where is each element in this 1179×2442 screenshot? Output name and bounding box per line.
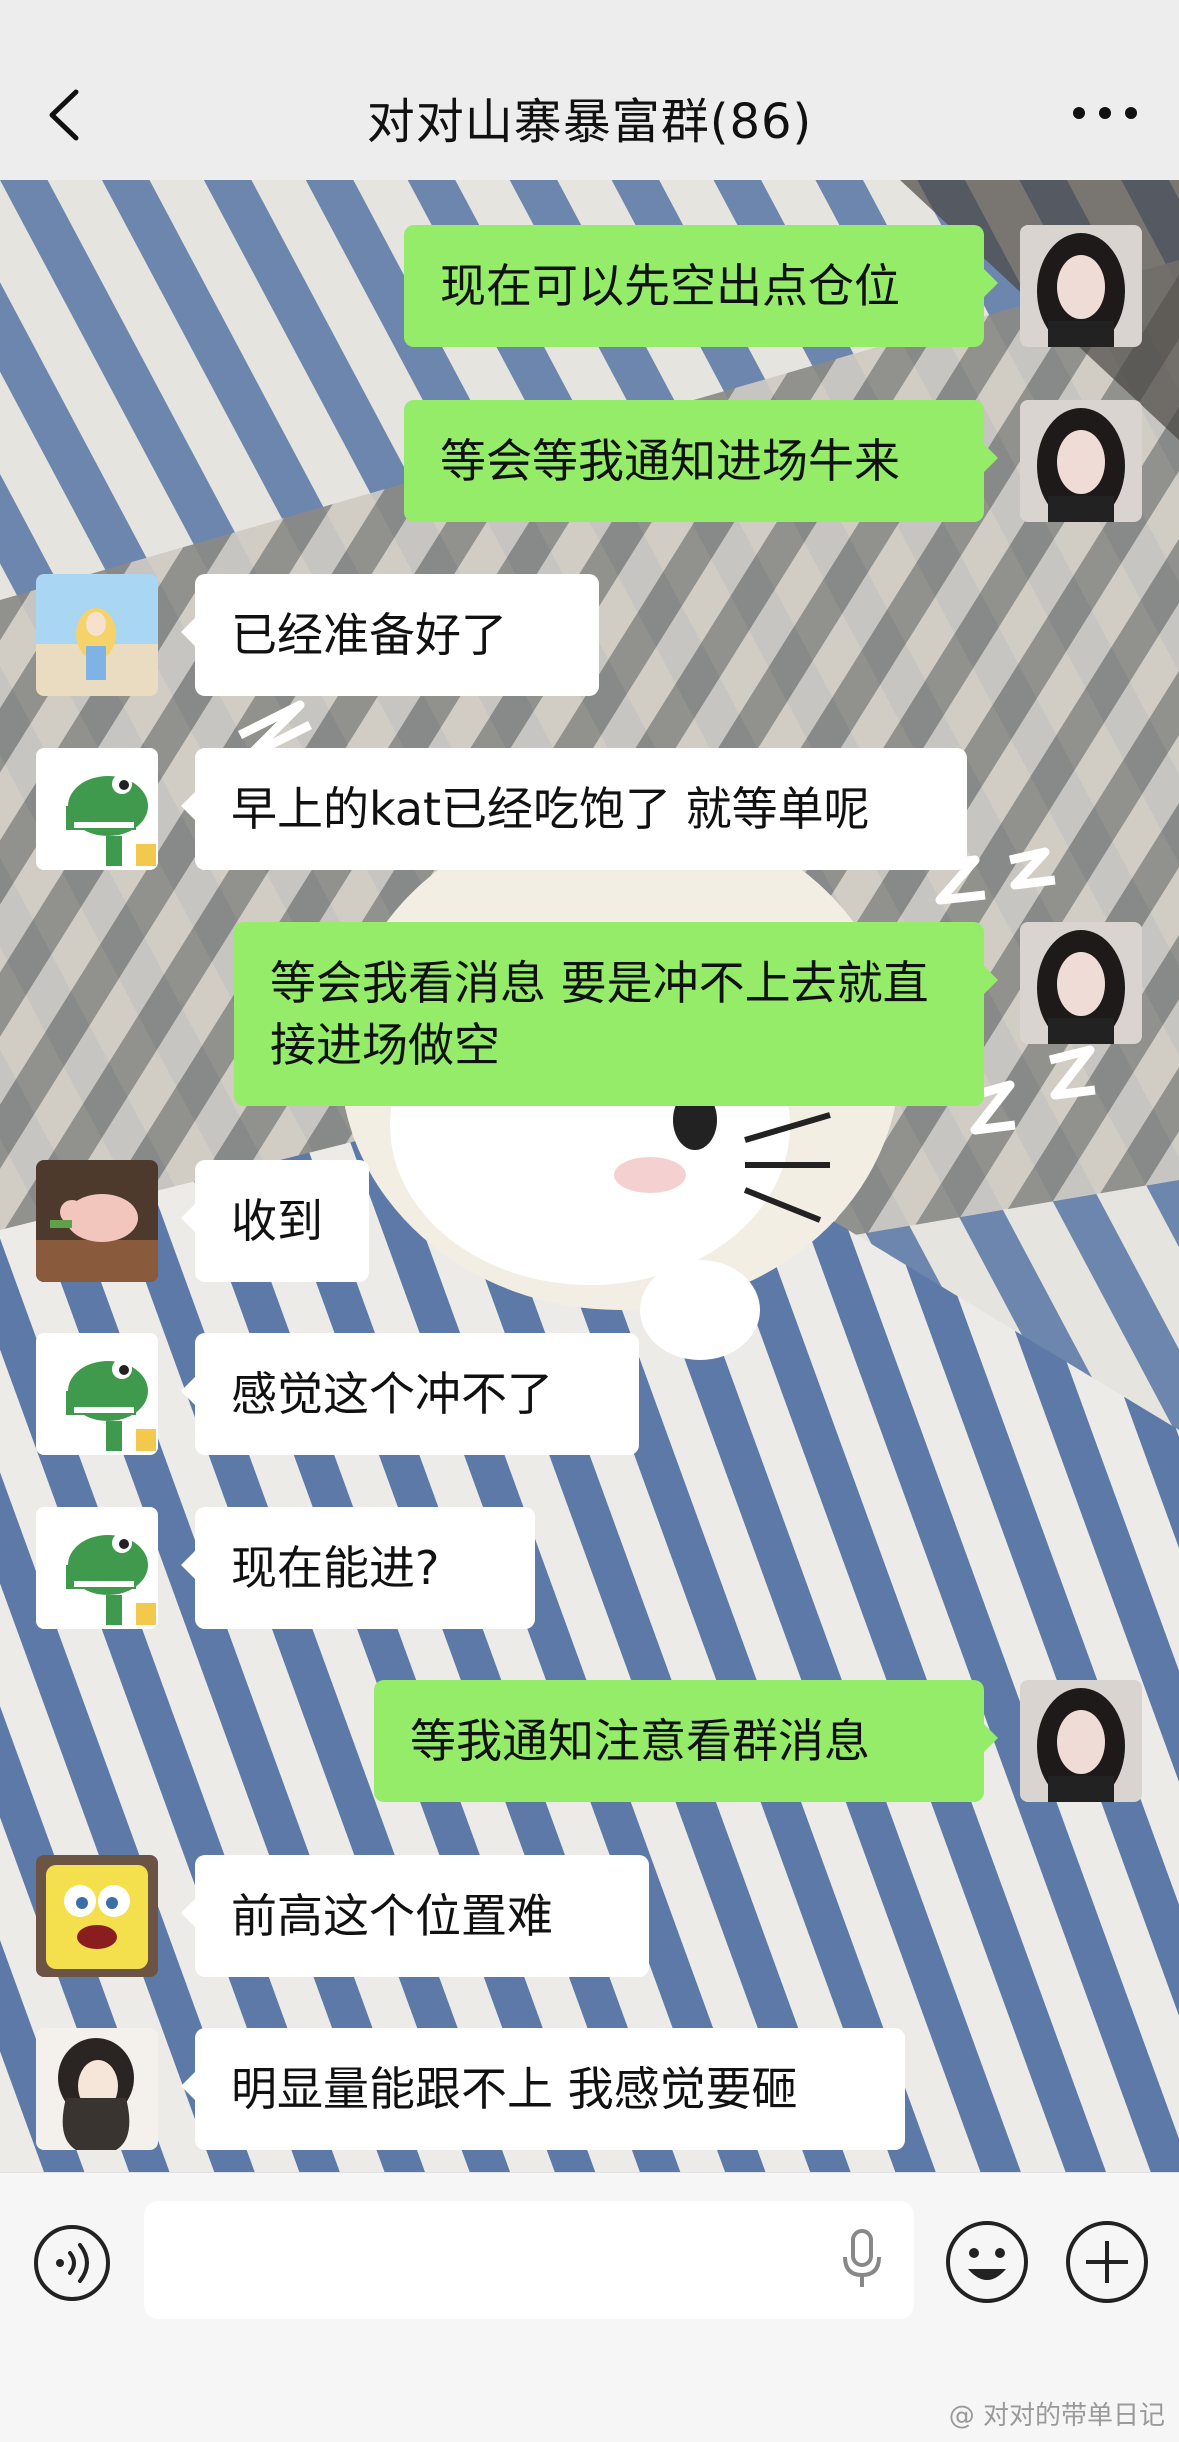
message-bubble-incoming[interactable]: 早上的kat已经吃饱了 就等单呢 [181,748,967,870]
bottom-safe-area: @ 对对的带单日记 [0,2344,1179,2442]
avatar-self[interactable] [1020,1680,1142,1802]
message-bubble-incoming[interactable]: 明显量能跟不上 我感觉要砸 [181,2028,905,2150]
avatar-member[interactable] [36,1855,158,1977]
message-bubble-incoming[interactable]: 现在能进? [181,1507,535,1629]
emoji-icon[interactable] [944,2219,1030,2305]
voice-mode-icon[interactable] [32,2223,112,2303]
avatar-self[interactable] [1020,400,1142,522]
avatar-member[interactable] [36,2028,158,2150]
more-options-icon[interactable] [1065,98,1145,128]
message-text-input[interactable] [144,2201,914,2319]
group-title: 对对山寨暴富群(86) [366,94,813,150]
avatar-member[interactable] [36,748,158,870]
avatar-member[interactable] [36,574,158,696]
avatar-self[interactable] [1020,225,1142,347]
avatar-member[interactable] [36,1160,158,1282]
avatar-self[interactable] [1020,922,1142,1044]
message-bubble-incoming[interactable]: 收到 [181,1160,369,1282]
chat-header: 对对山寨暴富群(86) [0,0,1179,180]
message-bubble-outgoing[interactable]: 等我通知注意看群消息 [374,1680,998,1802]
watermark: @ 对对的带单日记 [948,2401,1165,2431]
message-bubble-outgoing[interactable]: 等会我看消息 要是冲不上去就直接进场做空 [234,922,998,1106]
microphone-icon[interactable] [840,2229,884,2291]
message-input-bar [0,2172,1179,2345]
message-bubble-outgoing[interactable]: 等会等我通知进场牛来 [404,400,998,522]
avatar-member[interactable] [36,1333,158,1455]
avatar-member[interactable] [36,1507,158,1629]
message-bubble-incoming[interactable]: 感觉这个冲不了 [181,1333,639,1455]
add-attachment-icon[interactable] [1064,2219,1150,2305]
message-bubble-outgoing[interactable]: 现在可以先空出点仓位 [404,225,998,347]
message-bubble-incoming[interactable]: 已经准备好了 [181,574,599,696]
message-bubble-incoming[interactable]: 前高这个位置难 [181,1855,649,1977]
chat-area[interactable]: 现在可以先空出点仓位 等会等我通知进场牛来 已经准备好了 早上的kat已经吃饱了… [0,180,1179,2172]
